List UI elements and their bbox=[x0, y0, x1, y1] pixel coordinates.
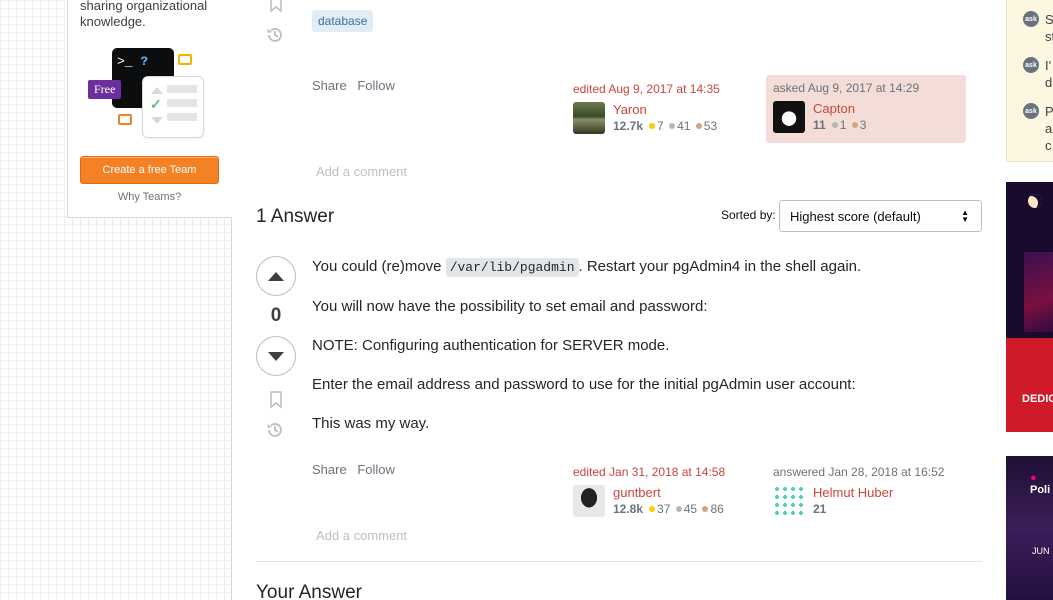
ask-site-icon: ask bbox=[1023, 103, 1039, 119]
edited-timestamp[interactable]: edited Aug 9, 2017 at 14:35 bbox=[573, 82, 759, 96]
hot-question-link[interactable]: a bbox=[1045, 120, 1052, 137]
answered-timestamp: answered Jan 28, 2018 at 16:52 bbox=[773, 465, 945, 479]
bookmark-icon[interactable] bbox=[266, 390, 286, 410]
divider bbox=[256, 561, 982, 562]
arrow-up-icon bbox=[268, 271, 284, 281]
select-arrows-icon: ▲ ▼ bbox=[961, 208, 969, 224]
teams-promo-card: sharing organizational knowledge. >_ ? F… bbox=[67, 0, 232, 218]
add-comment-link[interactable]: Add a comment bbox=[316, 528, 407, 543]
follow-link[interactable]: Follow bbox=[357, 78, 395, 93]
ad-logo: ● Poli bbox=[1030, 472, 1051, 496]
user-name-link[interactable]: Capton bbox=[813, 101, 866, 117]
ask-site-icon: ask bbox=[1023, 57, 1039, 73]
history-icon[interactable] bbox=[265, 420, 285, 440]
user-reputation: 12.7k 7 41 53 bbox=[613, 119, 718, 133]
left-sidebar: sharing organizational knowledge. >_ ? F… bbox=[0, 0, 232, 600]
user-name-link[interactable]: Yaron bbox=[613, 102, 717, 118]
edited-timestamp[interactable]: edited Jan 31, 2018 at 14:58 bbox=[573, 465, 759, 479]
share-link[interactable]: Share bbox=[312, 78, 347, 93]
share-link[interactable]: Share bbox=[312, 462, 347, 477]
answer-author-signature: answered Jan 28, 2018 at 16:52 Helmut Hu… bbox=[766, 459, 966, 527]
sidebar-ad-banner[interactable]: DEDIC bbox=[1006, 182, 1053, 432]
tag-database[interactable]: database bbox=[312, 10, 374, 32]
answer-paragraph: You could (re)move /var/lib/pgadmin. Res… bbox=[312, 258, 862, 277]
answer-paragraph: This was my way. bbox=[312, 415, 430, 432]
avatar[interactable] bbox=[573, 485, 605, 517]
history-icon[interactable] bbox=[265, 25, 285, 45]
add-comment-link[interactable]: Add a comment bbox=[316, 164, 407, 179]
hot-question-link[interactable]: st bbox=[1045, 28, 1053, 45]
question-owner-signature: asked Aug 9, 2017 at 14:29 Capton 11 1 3 bbox=[766, 75, 966, 143]
downvote-button[interactable] bbox=[256, 336, 296, 376]
hot-question-link[interactable]: c bbox=[1045, 137, 1052, 154]
moon-icon bbox=[1028, 194, 1042, 208]
user-reputation: 12.8k 37 45 86 bbox=[613, 502, 724, 516]
answer-paragraph: You will now have the possibility to set… bbox=[312, 298, 708, 315]
answer-body: You could (re)move /var/lib/pgadmin. Res… bbox=[312, 257, 972, 453]
hot-question-link[interactable]: S bbox=[1045, 11, 1053, 28]
asked-timestamp: asked Aug 9, 2017 at 14:29 bbox=[773, 81, 920, 95]
hot-question-link[interactable]: d bbox=[1045, 74, 1052, 91]
answer-paragraph: NOTE: Configuring authentication for SER… bbox=[312, 337, 670, 354]
inline-code: /var/lib/pgadmin bbox=[445, 258, 579, 277]
sort-label: Sorted by: bbox=[721, 208, 776, 222]
answers-count-heading: 1 Answer bbox=[256, 206, 335, 227]
create-team-button[interactable]: Create a free Team bbox=[80, 156, 219, 184]
free-badge: Free bbox=[88, 80, 122, 99]
answer-editor-signature: edited Jan 31, 2018 at 14:58 guntbert 12… bbox=[566, 459, 766, 527]
answer-vote-column: 0 bbox=[256, 256, 296, 376]
follow-link[interactable]: Follow bbox=[357, 462, 395, 477]
hot-network-questions-box: ask S st ask I' d ask P a c bbox=[1006, 0, 1053, 162]
teams-illustration: >_ ? Free ✓ bbox=[86, 46, 211, 142]
avatar[interactable] bbox=[773, 485, 805, 517]
user-name-link[interactable]: guntbert bbox=[613, 485, 724, 501]
user-reputation: 21 bbox=[813, 502, 827, 516]
teams-promo-text: sharing organizational knowledge. bbox=[80, 0, 208, 29]
checklist-icon: ✓ bbox=[142, 76, 204, 138]
avatar[interactable] bbox=[573, 102, 605, 134]
ad-date-text: JUN bbox=[1032, 546, 1050, 556]
bookmark-icon[interactable] bbox=[266, 0, 286, 14]
arrow-down-icon bbox=[268, 351, 284, 361]
vote-count: 0 bbox=[270, 305, 282, 326]
hot-question-link[interactable]: P bbox=[1045, 103, 1053, 120]
question-post-menu: Share Follow bbox=[312, 78, 402, 93]
comment-bubble-icon bbox=[178, 54, 192, 65]
ad-text: DEDIC bbox=[1022, 393, 1053, 405]
user-name-link[interactable]: Helmut Huber bbox=[813, 485, 893, 501]
ad-footer bbox=[1006, 338, 1053, 432]
answer-paragraph: Enter the email address and password to … bbox=[312, 376, 856, 393]
ask-site-icon: ask bbox=[1023, 11, 1039, 27]
upvote-button[interactable] bbox=[256, 256, 296, 296]
ad-artwork bbox=[1024, 252, 1053, 332]
question-editor-signature: edited Aug 9, 2017 at 14:35 Yaron 12.7k 7… bbox=[566, 76, 766, 144]
avatar[interactable] bbox=[773, 101, 805, 133]
user-reputation: 11 1 3 bbox=[813, 118, 867, 132]
answer-post-menu: Share Follow bbox=[312, 462, 402, 477]
comment-bubble-icon bbox=[118, 114, 132, 125]
hot-question-link[interactable]: I' bbox=[1045, 57, 1051, 74]
sort-select[interactable]: Highest score (default) ▲ ▼ bbox=[779, 200, 982, 232]
sidebar-ad-banner[interactable]: ● Poli JUN bbox=[1006, 456, 1053, 600]
why-teams-link[interactable]: Why Teams? bbox=[80, 191, 219, 203]
your-answer-heading: Your Answer bbox=[256, 582, 362, 600]
